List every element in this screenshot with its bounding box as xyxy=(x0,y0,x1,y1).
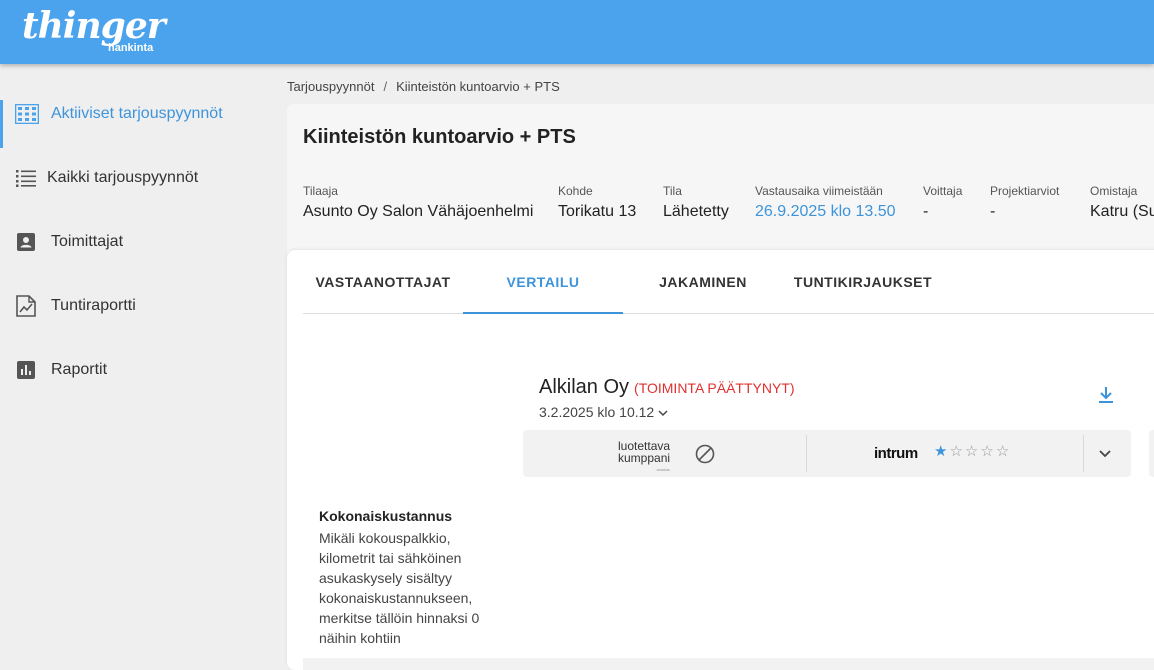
intrum-logo: intrum xyxy=(874,445,918,462)
lk-logo-line2: kumppani xyxy=(618,451,671,465)
breadcrumb-separator: / xyxy=(383,79,388,94)
star-empty-icon: ☆ xyxy=(964,443,979,460)
app-header: thinger hankinta xyxy=(0,0,1154,64)
blocked-icon xyxy=(695,444,715,469)
meta-orderer: Tilaaja Asunto Oy Salon Vähäjoenhelmi xyxy=(303,184,533,221)
cost-section-description: Mikäli kokouspalkkio, kilometrit tai säh… xyxy=(319,530,480,646)
meta-project-estimates: Projektiarviot - xyxy=(990,184,1059,221)
breadcrumb-current: Kiinteistön kuntoarvio + PTS xyxy=(396,79,560,94)
meta-winner: Voittaja - xyxy=(923,184,962,221)
meta-state: Tila Lähetetty xyxy=(663,184,729,221)
report-chart-icon xyxy=(14,294,38,318)
meta-label: Tilaaja xyxy=(303,184,338,198)
offer-date-selector[interactable]: 3.2.2025 klo 10.12 xyxy=(539,404,668,420)
list-icon xyxy=(14,166,38,190)
comparison-card: VASTAANOTTAJAT VERTAILU JAKAMINEN TUNTIK… xyxy=(287,250,1154,670)
meta-owner: Omistaja Katru (Su xyxy=(1090,184,1154,221)
sidebar-item-suppliers[interactable]: Toimittajat xyxy=(0,210,286,274)
star-empty-icon: ☆ xyxy=(995,443,1010,460)
star-empty-icon: ☆ xyxy=(980,443,994,460)
sidebar-item-hour-report[interactable]: Tuntiraportti xyxy=(0,274,286,338)
sidebar-item-label: Aktiiviset tarjouspyynnöt xyxy=(51,105,223,122)
intrum-rating-stars: ★ ☆ ☆ ☆ ☆ xyxy=(934,444,1009,460)
expand-ratings-button[interactable] xyxy=(1095,443,1115,468)
company-name: Alkilan Oy xyxy=(539,376,630,398)
sidebar: Aktiiviset tarjouspyynnöt Kaikki tarjous… xyxy=(0,64,286,664)
meta-label: Kohde xyxy=(558,184,593,198)
meta-value: - xyxy=(923,203,929,220)
page-title: Kiinteistön kuntoarvio + PTS xyxy=(303,126,576,148)
table-row xyxy=(303,658,1154,670)
meta-value: Lähetetty xyxy=(663,203,729,220)
download-button[interactable] xyxy=(1098,386,1114,409)
sidebar-item-reports[interactable]: Raportit xyxy=(0,338,286,402)
request-summary-card: Kiinteistön kuntoarvio + PTS Tilaaja Asu… xyxy=(287,104,1154,264)
logo-subtext: hankinta xyxy=(108,42,154,54)
breadcrumb: Tarjouspyynnöt / Kiinteistön kuntoarvio + … xyxy=(287,79,560,94)
sidebar-item-active-requests[interactable]: Aktiiviset tarjouspyynnöt xyxy=(0,82,286,148)
deadline-link[interactable]: 26.9.2025 klo 13.50 xyxy=(755,203,896,221)
chevron-down-icon xyxy=(1095,450,1115,467)
offer-company: Alkilan Oy (TOIMINTA PÄÄTTYNYT) xyxy=(539,376,795,399)
offer-date: 3.2.2025 klo 10.12 xyxy=(539,404,655,420)
meta-value: Torikatu 13 xyxy=(558,203,637,220)
lk-logo-line3: asiakas xyxy=(656,467,671,472)
divider xyxy=(1083,435,1084,472)
sidebar-item-all-requests[interactable]: Kaikki tarjouspyynnöt xyxy=(0,146,286,210)
sidebar-item-label: Kaikki tarjouspyynnöt xyxy=(47,169,199,186)
breadcrumb-link-requests[interactable]: Tarjouspyynnöt xyxy=(287,79,374,94)
sidebar-item-label: Tuntiraportti xyxy=(51,297,136,314)
tab-bar: VASTAANOTTAJAT VERTAILU JAKAMINEN TUNTIK… xyxy=(303,250,1154,314)
star-filled-icon: ★ xyxy=(934,443,948,460)
tab-recipients[interactable]: VASTAANOTTAJAT xyxy=(303,250,463,313)
cost-section-title: Kokonaiskustannus xyxy=(319,508,453,524)
star-empty-icon: ☆ xyxy=(949,443,963,460)
meta-label: Voittaja xyxy=(923,184,963,198)
luotettava-kumppani-logo: luotettava kumppani asiakas xyxy=(618,440,670,476)
divider xyxy=(806,435,807,472)
meta-deadline: Vastausaika viimeistään 26.9.2025 klo 13… xyxy=(755,184,896,221)
meta-label: Vastausaika viimeistään xyxy=(755,184,883,198)
meta-value: Katru (Su xyxy=(1090,203,1154,220)
chevron-down-icon xyxy=(658,404,668,420)
meta-value: - xyxy=(990,203,996,220)
tab-sharing[interactable]: JAKAMINEN xyxy=(623,250,783,313)
bar-chart-icon xyxy=(14,358,38,382)
supplier-ratings-bar: luotettava kumppani asiakas intrum ★ ☆ ☆… xyxy=(523,430,1131,477)
sidebar-item-label: Toimittajat xyxy=(51,233,124,250)
meta-label: Omistaja xyxy=(1090,184,1138,198)
next-offer-card xyxy=(1149,430,1154,477)
grid-icon xyxy=(15,102,39,126)
meta-label: Projektiarviot xyxy=(990,184,1060,198)
meta-label: Tila xyxy=(663,184,682,198)
company-status: (TOIMINTA PÄÄTTYNYT) xyxy=(634,380,795,396)
thinger-logo[interactable]: thinger hankinta xyxy=(22,5,166,54)
contact-card-icon xyxy=(14,230,38,254)
meta-value: Asunto Oy Salon Vähäjoenhelmi xyxy=(303,203,534,220)
tab-comparison[interactable]: VERTAILU xyxy=(463,250,623,314)
meta-target: Kohde Torikatu 13 xyxy=(558,184,636,221)
sidebar-item-label: Raportit xyxy=(51,361,108,378)
logo-text: thinger xyxy=(22,5,166,47)
download-icon xyxy=(1098,387,1114,408)
tab-hour-entries[interactable]: TUNTIKIRJAUKSET xyxy=(783,250,943,313)
